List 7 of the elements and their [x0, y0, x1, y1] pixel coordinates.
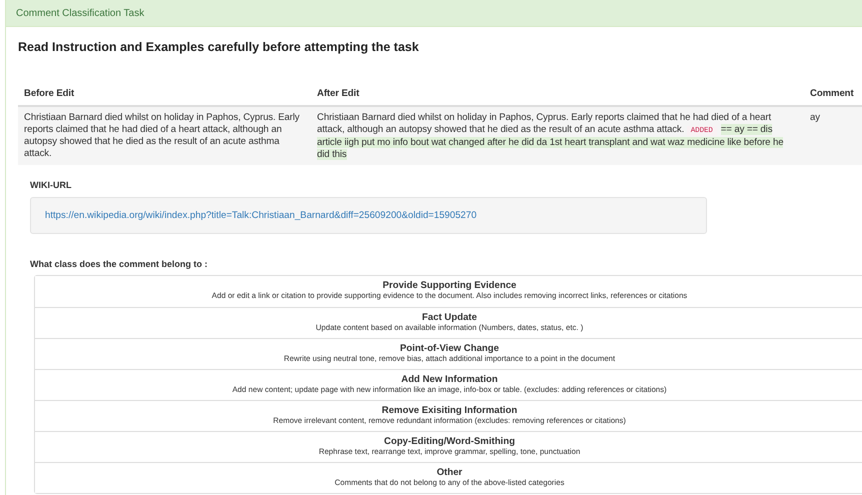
wiki-url-label: WIKI-URL	[30, 180, 72, 190]
question-label: What class does the comment belong to :	[30, 259, 209, 269]
table-cell: ay	[804, 107, 862, 165]
table-cell: Christiaan Barnard died whilst on holiday in Paphos, Cyprus. Early reports claimed that he had died of a heart attack, although an autopsy showed that he died as the result of an acute asthma attack.	[18, 107, 311, 165]
instruction-heading: Read Instruction and Examples carefully before attempting the task	[18, 40, 420, 54]
panel-header: Comment Classification Task	[6, 0, 862, 27]
wiki-link[interactable]: https://en.wikipedia.org/wiki/index.php?title=Talk:Christiaan_Barnard&diff=25609200&oldid=15905270	[45, 210, 477, 221]
